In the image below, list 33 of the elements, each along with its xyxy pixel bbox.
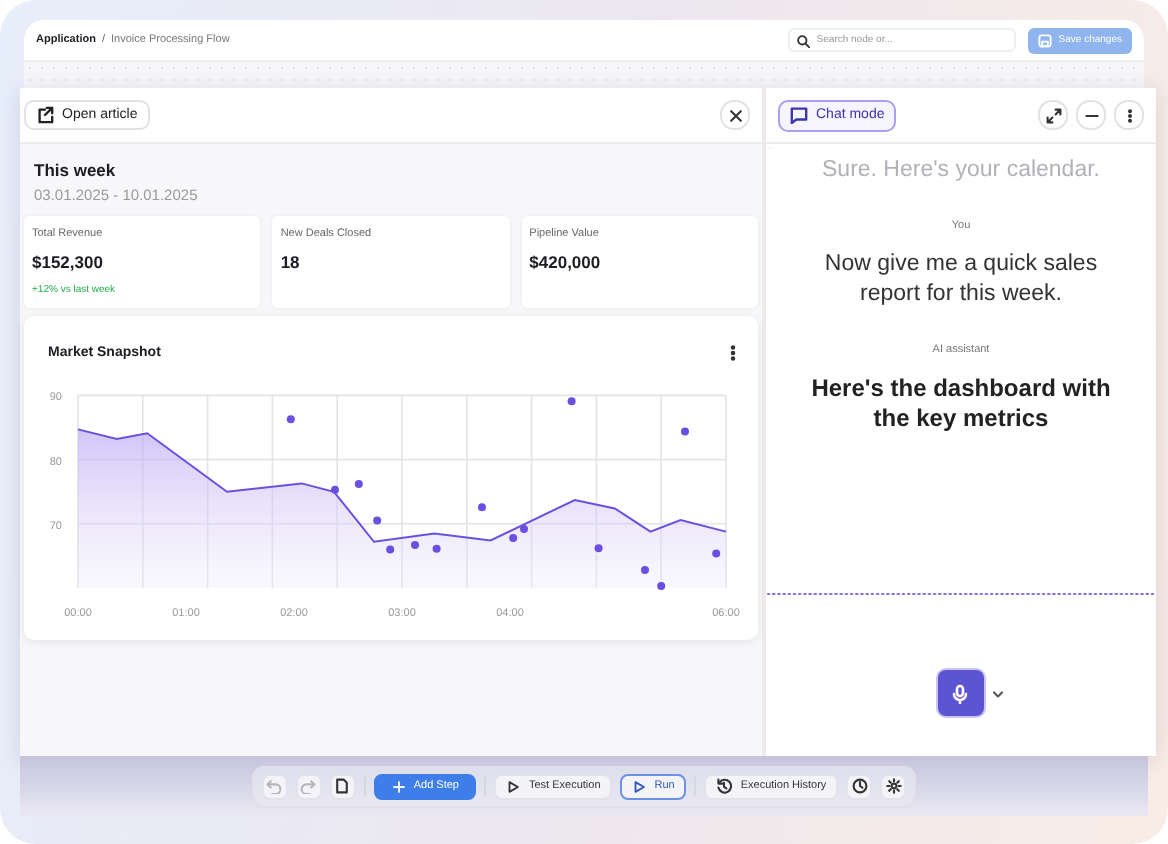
settings-button[interactable] — [880, 773, 907, 799]
search-icon — [796, 34, 811, 48]
document-button[interactable] — [329, 773, 356, 799]
plus-icon — [391, 779, 406, 793]
caret-button[interactable] — [989, 685, 1005, 701]
clock-icon — [851, 778, 868, 794]
close-button[interactable] — [720, 100, 750, 130]
chat-message: Here's the dashboard with the key metrics — [809, 374, 1113, 434]
redo-icon — [300, 778, 317, 794]
chat-message: Sure. Here's your calendar. — [820, 156, 1102, 186]
document-icon — [334, 778, 351, 794]
expand-button[interactable] — [1038, 100, 1068, 130]
more-button[interactable] — [1114, 100, 1144, 130]
history-icon — [716, 778, 733, 794]
minimize-button[interactable] — [1076, 100, 1106, 130]
chat-message: Now give me a quick sales report for this week. — [822, 250, 1100, 310]
chat-bubble-icon — [790, 106, 808, 124]
stat-value: $152,300 — [32, 252, 105, 272]
microphone-button[interactable] — [937, 670, 983, 716]
play-icon — [506, 779, 521, 793]
stat-value: $420,000 — [529, 252, 603, 272]
gear-icon — [885, 778, 902, 794]
undo-icon — [266, 778, 283, 794]
close-icon — [727, 107, 743, 123]
floppy-disk-icon — [1038, 33, 1053, 47]
play-icon — [632, 779, 647, 793]
period-title: This week — [34, 160, 118, 180]
expand-icon — [1045, 107, 1061, 123]
microphone-icon — [950, 683, 970, 703]
external-link-icon — [36, 106, 54, 124]
stat-value: 18 — [280, 252, 302, 272]
caret-icon — [989, 685, 1005, 701]
clock-button[interactable] — [846, 773, 873, 799]
